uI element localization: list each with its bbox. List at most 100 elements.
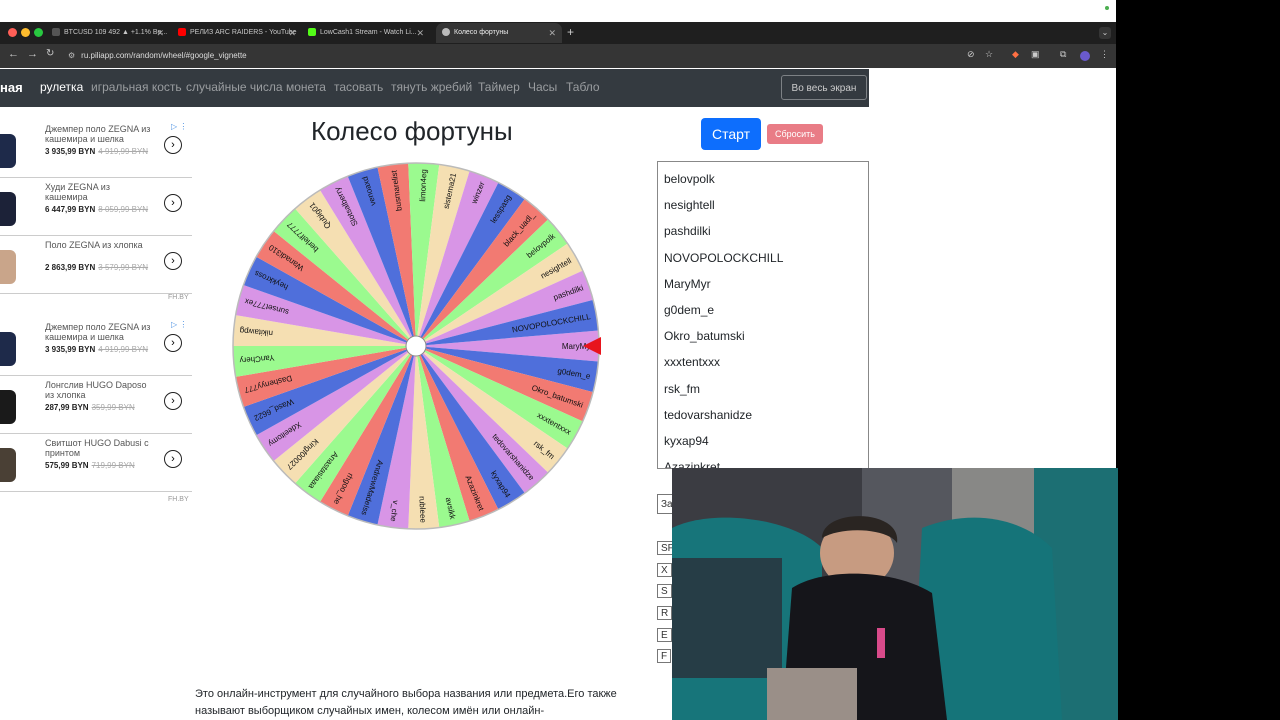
ad-title[interactable]: Лонгслив HUGO Daposo из хлопка [45, 380, 153, 400]
side-control-6[interactable]: F [657, 649, 672, 663]
ad-title[interactable]: Поло ZEGNA из хлопка [45, 240, 153, 250]
name-entry: Okro_batumski [664, 329, 745, 344]
ad-title[interactable]: Свитшот HUGO Dabusi с принтом [45, 438, 153, 458]
ad-next-arrow-icon[interactable]: › [164, 392, 182, 410]
name-entry: NOVOPOLOCKCHILL [664, 250, 784, 265]
ad-choices-icon[interactable]: ▷ ⋮ [171, 122, 187, 131]
fortune-wheel[interactable]: MaryMyrg0dem_eOkro_batumskixxxtentxxxrsk… [230, 160, 602, 532]
tab-strip: BTCUSD 109 492 ▲ +1.1% Be... ✕ РЕЛИЗ ARC… [0, 22, 1116, 44]
ad-old-price: 8 059,99 BYN [98, 205, 149, 214]
nav-draw-lots[interactable]: тянуть жребий [391, 80, 472, 94]
page-title: Колесо фортуны [311, 116, 513, 146]
minimize-window-icon[interactable] [21, 28, 30, 37]
tab-search-icon[interactable]: ⌄ [1099, 27, 1111, 39]
close-tab-icon[interactable]: ✕ [416, 23, 424, 43]
tab-btcusd[interactable]: BTCUSD 109 492 ▲ +1.1% Be... ✕ [52, 23, 170, 43]
ad-title[interactable]: Джемпер поло ZEGNA из кашемира и шелка [45, 124, 153, 144]
fullscreen-button[interactable]: Во весь экран [781, 75, 867, 100]
ad-item[interactable]: Джемпер поло ZEGNA из кашемира и шелка 3 … [0, 318, 192, 376]
ad-item[interactable]: Лонгслив HUGO Daposo из хлопка 287,99 BYN… [0, 376, 192, 434]
nav-scoreboard[interactable]: Табло [566, 80, 600, 94]
menu-kebab-icon[interactable]: ⋮ [1100, 49, 1109, 60]
nav-roulette[interactable]: рулетка [40, 80, 83, 94]
ad-item[interactable]: Джемпер поло ZEGNA из кашемира и шелка 3 … [0, 120, 192, 178]
recording-indicator-icon [1105, 6, 1109, 10]
reset-button[interactable]: Сбросить [767, 124, 823, 144]
name-entry: MaryMyr [664, 276, 711, 291]
profile-avatar-icon[interactable] [1080, 51, 1090, 61]
piliapp-icon [442, 28, 450, 37]
close-window-icon[interactable] [8, 28, 17, 37]
ad-product-image[interactable] [0, 192, 16, 226]
kick-icon [308, 28, 316, 37]
ad-item[interactable]: Свитшот HUGO Dabusi с принтом 575,99 BYN 7… [0, 434, 192, 492]
tab-title: LowCash1 Stream - Watch Li... [320, 29, 417, 36]
url-text: ru.piliapp.com/random/wheel/#google_vign… [81, 51, 247, 60]
tab-youtube[interactable]: РЕЛИЗ ARC RAIDERS - YouTube ✕ [178, 23, 302, 43]
name-entry: tedovarshanidze [664, 407, 753, 422]
back-icon[interactable]: ← [8, 48, 19, 60]
wheel-segment-label: rubleee [417, 496, 427, 524]
ad-price: 287,99 BYN 359,99 BYN [45, 403, 135, 412]
ad-product-image[interactable] [0, 250, 16, 284]
forward-icon[interactable]: → [27, 48, 38, 60]
ad-product-image[interactable] [0, 134, 16, 168]
ad-next-arrow-icon[interactable]: › [164, 450, 182, 468]
nav-shuffle[interactable]: тасовать [334, 80, 383, 94]
names-textarea[interactable]: belovpolk nesightell pashdilki NOVOPOLOCKCH… [657, 161, 869, 469]
nav-clock[interactable]: Часы [528, 80, 557, 94]
eye-off-icon[interactable]: ⊘ [967, 49, 975, 60]
wheel-hub [405, 335, 427, 357]
extensions-icon[interactable]: ▣ [1031, 49, 1040, 60]
ad-item[interactable]: Поло ZEGNA из хлопка 2 863,99 BYN 3 579,99… [0, 236, 192, 294]
ad-title[interactable]: Джемпер поло ZEGNA из кашемира и шелка [45, 322, 153, 342]
ad-item[interactable]: Худи ZEGNA из кашемира 6 447,99 BYN 8 059,… [0, 178, 192, 236]
ad-old-price: 4 919,99 BYN [98, 345, 149, 354]
description-text: Это онлайн-инструмент для случайного выб… [195, 688, 617, 717]
name-entry: nesightell [664, 198, 715, 213]
side-panel-icon[interactable]: ⧉ [1060, 49, 1066, 60]
bookmark-star-icon[interactable]: ☆ [985, 49, 993, 60]
zoom-window-icon[interactable] [34, 28, 43, 37]
side-control-4[interactable]: R [657, 606, 673, 620]
ad-old-price: 4 919,99 BYN [98, 147, 149, 156]
ad-next-arrow-icon[interactable]: › [164, 194, 182, 212]
nav-timer[interactable]: Таймер [478, 80, 520, 94]
address-bar[interactable]: ⚙ ru.piliapp.com/random/wheel/#google_vig… [68, 47, 958, 65]
ad-next-arrow-icon[interactable]: › [164, 252, 182, 270]
side-control-5[interactable]: E [657, 628, 672, 642]
ad-old-price: 359,99 BYN [91, 403, 135, 412]
close-tab-icon[interactable]: ✕ [156, 23, 164, 43]
tab-title: РЕЛИЗ ARC RAIDERS - YouTube [190, 29, 297, 36]
name-entry: belovpolk [664, 172, 715, 186]
webcam-image [672, 468, 1118, 720]
site-brand[interactable]: ная [0, 80, 23, 95]
tab-kick-stream[interactable]: LowCash1 Stream - Watch Li... ✕ [308, 23, 430, 43]
browser-toolbar: ← → ↻ ⚙ ru.piliapp.com/random/wheel/#goog… [0, 44, 1116, 68]
nav-dice[interactable]: игральная кость [91, 80, 182, 94]
name-entry: g0dem_e [664, 303, 715, 317]
ad-price: 3 935,99 BYN 4 919,99 BYN [45, 345, 149, 354]
ad-next-arrow-icon[interactable]: › [164, 334, 182, 352]
tab-title: Колесо фортуны [454, 29, 509, 36]
side-control-3[interactable]: S [657, 584, 672, 598]
close-tab-icon[interactable]: ✕ [288, 23, 296, 43]
extension-fox-icon[interactable]: ◆ [1012, 49, 1019, 60]
ad-product-image[interactable] [0, 448, 16, 482]
ad-product-image[interactable] [0, 390, 16, 424]
tab-wheel-of-fortune[interactable]: Колесо фортуны ✕ [436, 23, 562, 43]
new-tab-icon[interactable]: + [567, 25, 574, 39]
ad-product-image[interactable] [0, 332, 16, 366]
nav-random-numbers[interactable]: случайные числа [186, 80, 283, 94]
start-button[interactable]: Старт [701, 118, 761, 150]
ad-title[interactable]: Худи ZEGNA из кашемира [45, 182, 153, 202]
site-info-icon[interactable]: ⚙ [68, 51, 75, 60]
nav-coin[interactable]: монета [286, 80, 326, 94]
ad-choices-icon[interactable]: ▷ ⋮ [171, 320, 187, 329]
name-entry: rsk_fm [664, 381, 700, 396]
side-control-2[interactable]: X [657, 563, 672, 577]
close-tab-icon[interactable]: ✕ [548, 23, 556, 43]
ad-next-arrow-icon[interactable]: › [164, 136, 182, 154]
reload-icon[interactable]: ↻ [46, 48, 54, 59]
youtube-icon [178, 28, 186, 37]
